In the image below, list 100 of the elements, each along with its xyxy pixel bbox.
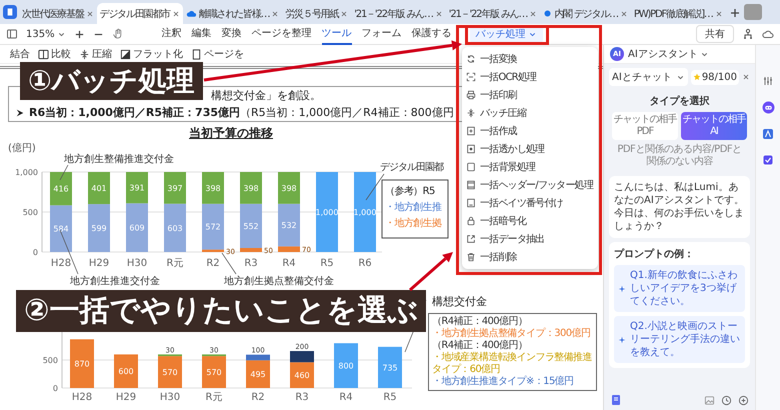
cloud-icon[interactable] [762,28,774,40]
trash-icon [466,252,476,262]
data-label: 572 [205,222,221,232]
close-icon[interactable] [714,10,723,18]
bar-segment [240,172,262,204]
hand-icon[interactable] [112,28,124,40]
menu-item[interactable]: 一括ヘッダー/フッター処理 [462,176,598,194]
axis-label: R4 [339,392,353,402]
compress-icon [466,108,476,118]
image-icon[interactable] [704,394,715,406]
close-icon[interactable] [271,10,280,18]
series-label: 地方創生推進交付金 [70,276,160,286]
axis-label: H29 [116,392,136,402]
zoom-in-icon[interactable] [74,28,85,40]
data-label: 570 [162,368,178,378]
menu-item[interactable]: 一括ベイツ番号付け [462,194,598,212]
note-text: ・地域産業構造転換インフラ整備推進タイプ：60億円 [432,352,593,376]
add-icon[interactable] [738,394,749,406]
browser-tab[interactable]: 離職された皆様… [183,3,282,24]
menu-item[interactable]: 一括データ抽出 [462,230,598,248]
checklist-icon[interactable] [762,154,774,166]
tool-button[interactable]: 圧縮 [79,47,112,61]
close-icon[interactable] [86,10,94,18]
menu-tab[interactable]: フォーム [362,23,402,45]
data-label: 460 [294,371,310,380]
section-heading: タイプを選択 [650,94,710,108]
browser-tab[interactable]: 内閣 デジタル… [540,3,631,24]
axis-label: R3 [295,392,309,402]
chat-message: こんにちは、私はLumi。あなたのAIアシスタントです。今日は、何のお手伝いをしましょうか？ [609,176,750,238]
menu-item[interactable]: 一括変換 [462,50,598,68]
refresh-icon [466,54,476,64]
robot-icon[interactable] [762,101,774,114]
close-icon[interactable] [620,10,628,18]
assistant-dropdown[interactable]: AIアシスタント [628,47,709,61]
sliders-icon[interactable] [762,75,774,87]
menu-tab[interactable]: 変換 [222,23,242,45]
note-text: ・地方創生拠点整備タイプ：300億円 [432,328,592,340]
scan-icon [466,72,476,82]
bar-segment [50,205,72,252]
menu-item[interactable]: 一括背景処理 [462,158,598,176]
menu-item[interactable]: 一括OCR処理 [462,68,598,86]
mode-dropdown[interactable]: AIとチャット [609,68,688,86]
menu-item[interactable]: 一括印刷 [462,86,598,104]
menu-tab[interactable]: 編集 [192,23,212,45]
prompt-suggestion[interactable]: Q2.小説と映画のストーリーテリング手法の違いを教えて。 [614,316,745,363]
menu-item[interactable]: 一括透かし処理 [462,140,598,158]
menu-tab[interactable]: 保護する [412,23,452,45]
close-icon[interactable] [434,10,443,18]
close-icon[interactable] [529,10,538,18]
data-label: 1,000 [354,208,376,217]
tool-button[interactable]: 比較 [38,47,71,61]
browser-tab[interactable]: '21－'22年版 みん… [351,3,446,24]
browser-tab[interactable]: PW)PDF徹底解説]… [630,3,726,24]
menu-item[interactable]: バッチ圧縮 [462,104,598,122]
browser-tab[interactable]: 労災５号用紙 [282,3,352,24]
data-label: 398 [205,184,221,193]
note-text: （R4補正：400億円） [432,316,528,328]
body-text: 構想交付金」を創設。 [211,88,321,103]
data-label: 495 [250,370,266,380]
page-icon [466,162,476,172]
zoom-dropdown[interactable]: 135% [26,28,66,40]
series-label: 地方創生拠点整備交付金 [224,276,334,286]
share-tree-icon[interactable] [742,28,754,40]
menu-tab[interactable]: ページを整理 [252,23,312,45]
data-label: 570 [206,368,222,378]
avatar-placeholder [744,4,762,20]
axis-label: R4 [282,258,296,269]
close-icon[interactable] [172,10,180,18]
close-icon[interactable] [742,73,750,81]
chat-type-option[interactable]: チャットの相手 PDF [612,112,678,140]
browser-tab[interactable]: 次世代医療基盤 [19,3,97,24]
close-icon[interactable] [340,10,348,18]
axis-label: R5 [383,392,397,402]
tool-button[interactable]: フラット化 [120,47,183,61]
prompt-suggestion[interactable]: Q1.新年の飲食にふさわしいアイデアを3つ挙げてください。 [614,265,745,312]
chat-type-option[interactable]: チャットの相手 AI [681,112,747,140]
share-button[interactable]: 共有 [696,25,734,43]
pointer-arrow [409,252,453,292]
browser-tab[interactable]: デジタル田園都市 [96,3,184,24]
plus-icon[interactable] [728,7,741,19]
axis-label: 500 [22,208,38,217]
sidebar-icon[interactable] [6,28,18,40]
menu-item[interactable]: 一括削除 [462,248,598,266]
header-footer-icon [466,180,476,190]
menu-item[interactable]: 一括暗号化 [462,212,598,230]
axis-label: R元 [206,392,222,402]
clock-icon[interactable] [721,394,732,406]
data-label: 735 [382,363,398,372]
tool-button[interactable]: 結合 [10,47,30,61]
tool-button[interactable]: ページを [191,47,244,61]
hint-text: PDFと関係のある内容/PDFと関係のない内容 [616,144,743,168]
data-label: 603 [167,224,183,233]
browser-tab[interactable]: '21－'22年版 みん… [446,3,540,24]
menu-item[interactable]: 一括作成 [462,122,598,140]
cloud-icon [186,8,198,19]
app-icon[interactable] [3,5,17,19]
menu-tab[interactable]: 注釈 [162,23,182,45]
axis-label: H28 [72,392,92,402]
document-icon[interactable] [610,394,622,406]
quota-badge: 98/100 [690,70,739,84]
